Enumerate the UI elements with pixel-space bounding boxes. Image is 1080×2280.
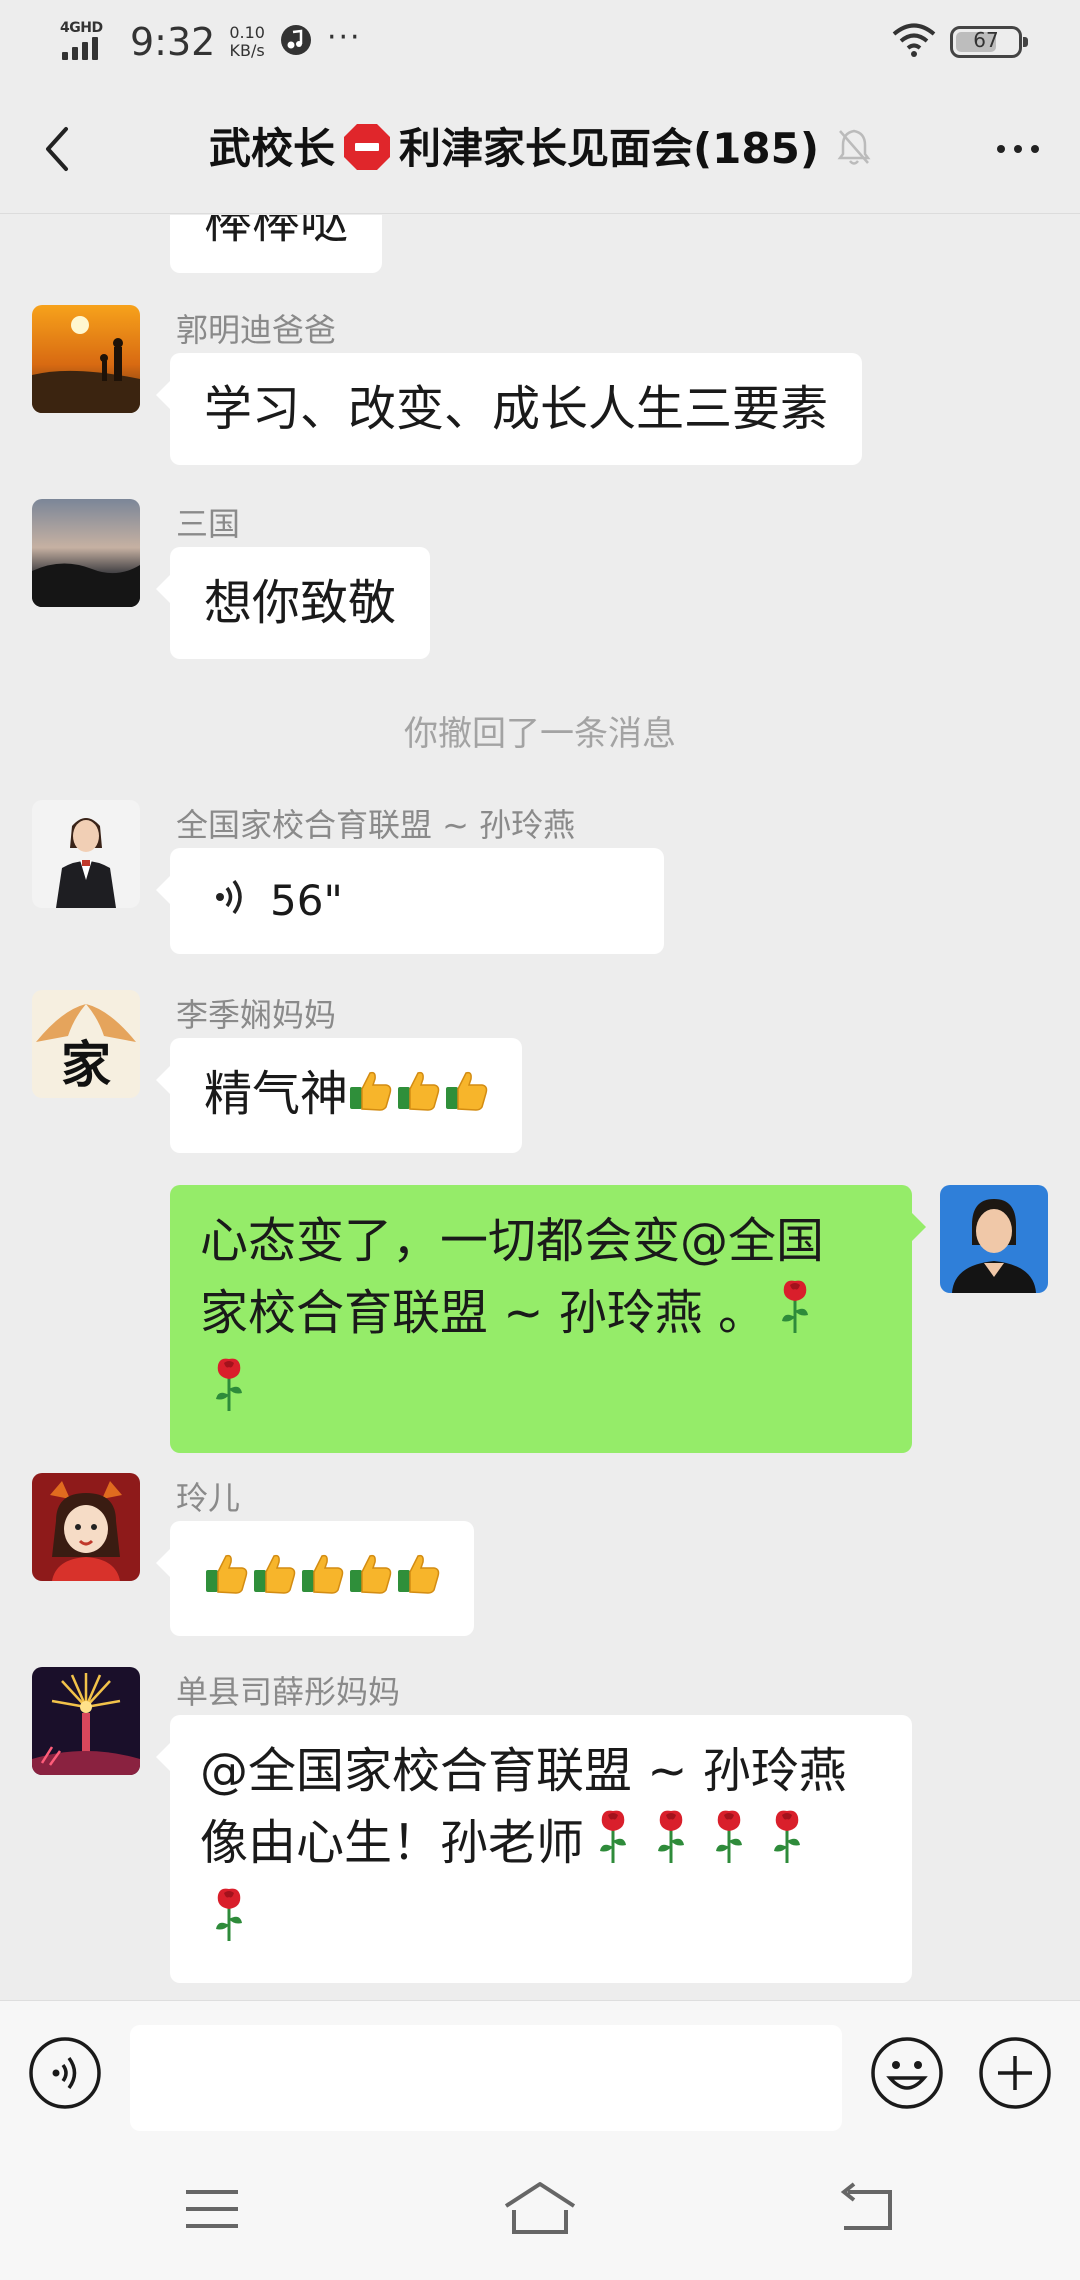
wifi-icon (892, 23, 936, 61)
message-text: 棒棒哒 (204, 215, 349, 249)
chevron-left-icon (46, 127, 68, 171)
status-bar: 4GHD 9:32 0.10 KB/s ··· 67 (0, 0, 1080, 84)
message-bubble[interactable] (156, 1521, 474, 1636)
message-bubble[interactable]: 棒棒哒 (170, 215, 383, 273)
smiley-icon (871, 2037, 943, 2109)
voice-wave-icon (214, 865, 248, 937)
plus-icon (979, 2037, 1051, 2109)
input-bar (0, 2000, 1080, 2142)
avatar[interactable] (32, 305, 140, 413)
mute-bell-icon (837, 127, 871, 171)
nav-menu-button[interactable] (182, 2184, 242, 2234)
battery-level: 67 (973, 28, 999, 52)
home-icon (504, 2182, 576, 2234)
thumbs-up-emoji-icon (348, 1061, 394, 1133)
cellular-signal-icon: 4GHD (58, 14, 128, 70)
rose-emoji-icon (772, 1277, 818, 1355)
thumbs-up-emoji-icon (396, 1061, 442, 1133)
network-type: 4GHD (60, 20, 103, 36)
message-text: 精气神 (204, 1066, 349, 1122)
voice-input-button[interactable] (28, 2036, 102, 2110)
voice-duration: 56" (270, 876, 343, 925)
network-speed: 0.10 KB/s (229, 24, 265, 60)
message-text: 学习、改变、成长人生三要素 (204, 381, 829, 437)
message-bubble[interactable]: @全国家校合育联盟 ~ 孙玲燕 像由心生！孙老师 (156, 1715, 912, 1983)
status-more-indicator: ··· (326, 19, 362, 55)
chat-title-right: 利津家长见面会(185) (398, 124, 820, 174)
thumbs-up-emoji-icon (348, 1544, 394, 1616)
avatar[interactable] (32, 800, 140, 908)
battery-icon: 67 (950, 26, 1028, 58)
message-bubble[interactable]: 精气神 (156, 1038, 523, 1153)
thumbs-up-emoji-icon (252, 1544, 298, 1616)
menu-icon (186, 2190, 238, 2228)
self-message-bubble[interactable]: 心态变了，一切都会变@全国 家校合育联盟 ~ 孙玲燕 。 (170, 1185, 926, 1453)
self-avatar[interactable] (940, 1185, 1048, 1293)
message-text-line: 心态变了，一切都会变@全国 (200, 1213, 825, 1269)
thumbs-up-emoji-icon (300, 1544, 346, 1616)
rose-emoji-icon (206, 1885, 252, 1963)
sender-name: 单县司薛彤妈妈 (176, 1673, 401, 1711)
thumbs-up-emoji-icon (396, 1544, 442, 1616)
avatar-glyph: 家 (61, 1035, 111, 1094)
rose-emoji-icon (764, 1807, 810, 1885)
chat-title: 武校长 利津家长见面会(185) (120, 84, 960, 214)
nav-back-button[interactable] (838, 2182, 898, 2236)
sender-name: 李季娴妈妈 (176, 996, 337, 1034)
rose-emoji-icon (706, 1807, 752, 1885)
message-text-line: 像由心生！孙老师 (200, 1815, 585, 1871)
message-input[interactable] (130, 2025, 842, 2131)
network-speed-value: 0.10 (229, 23, 265, 42)
music-note-icon (279, 23, 313, 61)
system-message: 你撤回了一条消息 (404, 714, 676, 754)
message-bubble[interactable]: 学习、改变、成长人生三要素 (156, 353, 863, 465)
more-functions-button[interactable] (978, 2036, 1052, 2110)
back-button[interactable] (28, 119, 88, 179)
avatar[interactable] (32, 1667, 140, 1775)
avatar[interactable] (32, 1473, 140, 1581)
rose-emoji-icon (206, 1355, 252, 1433)
chat-header: 武校长 利津家长见面会(185) (0, 84, 1080, 214)
message-text-line: @全国家校合育联盟 ~ 孙玲燕 (200, 1743, 847, 1799)
return-icon (840, 2182, 892, 2230)
message-list[interactable]: 棒棒哒 郭明迪爸爸 学习、改变、成长人生三要素 三国 想你致敬 你撤回了一条消息 (0, 215, 1080, 2000)
message-text: 想你致敬 (204, 575, 397, 631)
stop-sign-icon (341, 121, 393, 183)
more-options-button[interactable] (988, 129, 1048, 169)
avatar[interactable]: 家 (32, 990, 140, 1098)
message-text-line: 家校合育联盟 ~ 孙玲燕 。 (200, 1285, 766, 1341)
voice-message-bubble[interactable]: 56" (156, 848, 664, 954)
rose-emoji-icon (590, 1807, 636, 1885)
voice-icon (29, 2037, 101, 2109)
sender-name: 郭明迪爸爸 (176, 311, 337, 349)
system-navigation-bar (0, 2142, 1080, 2280)
rose-emoji-icon (648, 1807, 694, 1885)
thumbs-up-emoji-icon (444, 1061, 490, 1133)
nav-home-button[interactable] (500, 2178, 580, 2238)
sender-name: 全国家校合育联盟 ~ 孙玲燕 (176, 806, 576, 844)
message-bubble[interactable]: 想你致敬 (156, 547, 431, 659)
emoji-button[interactable] (870, 2036, 944, 2110)
chat-title-left: 武校长 (208, 124, 335, 174)
network-speed-unit: KB/s (229, 41, 265, 60)
avatar[interactable] (32, 499, 140, 607)
status-time: 9:32 (130, 20, 216, 64)
thumbs-up-emoji-icon (204, 1544, 250, 1616)
sender-name: 玲儿 (176, 1479, 241, 1517)
sender-name: 三国 (176, 505, 241, 543)
